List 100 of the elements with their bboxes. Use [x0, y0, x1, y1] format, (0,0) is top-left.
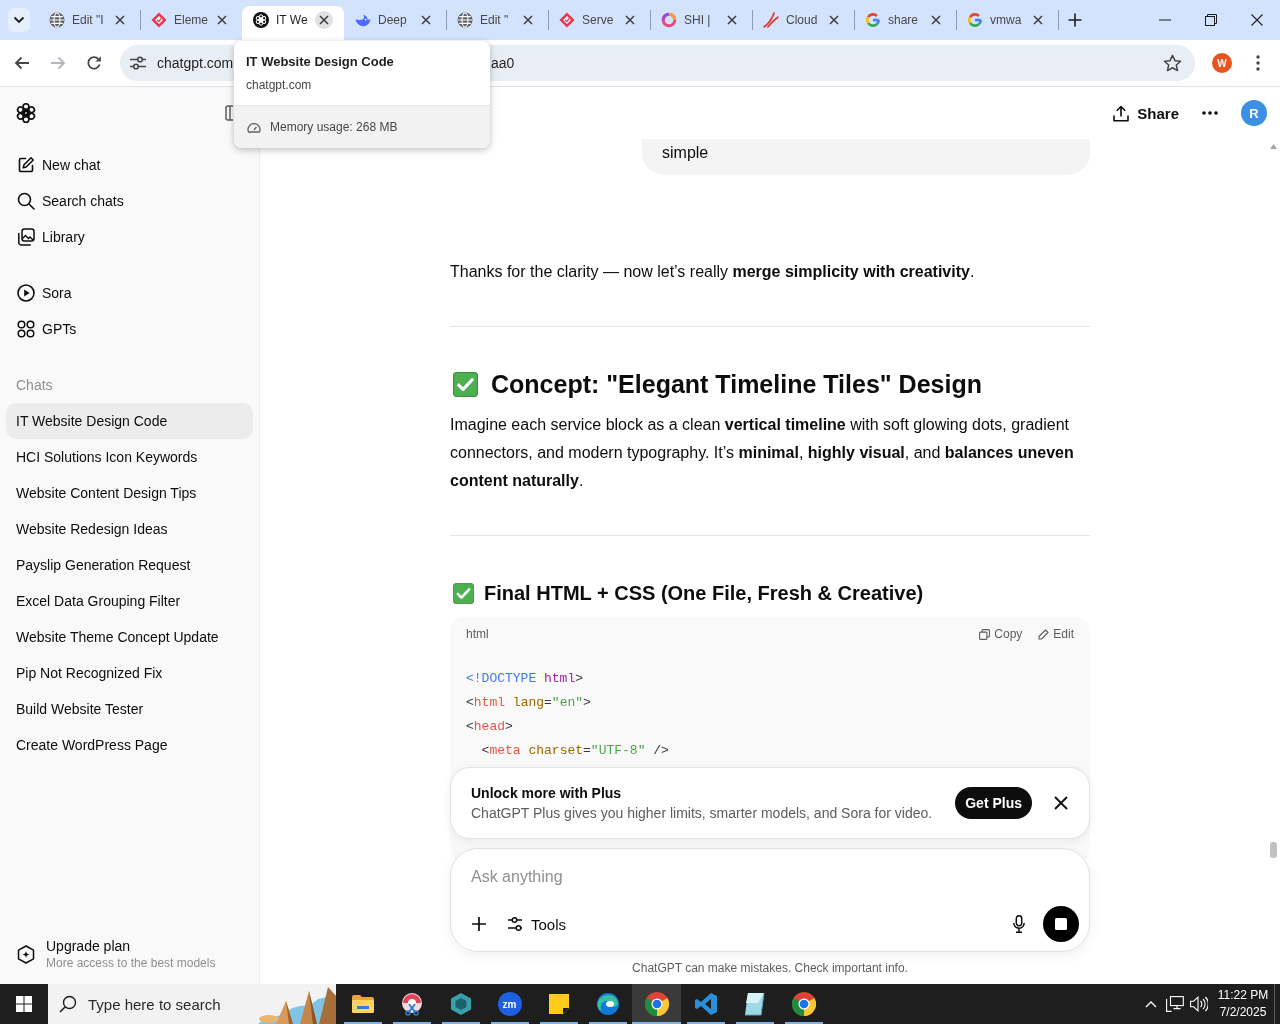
close-icon[interactable]	[1251, 14, 1263, 26]
dots-grid-icon	[17, 320, 35, 338]
browser-tab[interactable]: Eleme	[140, 6, 242, 40]
images-icon	[17, 228, 35, 246]
tab-close-button[interactable]	[315, 11, 333, 29]
reload-icon[interactable]	[86, 55, 102, 71]
browser-tab[interactable]: SHI |	[650, 6, 752, 40]
more-horizontal-icon	[1202, 111, 1218, 115]
ring-icon	[661, 12, 677, 28]
checkmark-icon	[453, 582, 474, 604]
chat-history-item[interactable]: Website Redesign Ideas	[6, 511, 253, 547]
tools-button[interactable]: Tools	[497, 906, 577, 942]
browser-tab[interactable]: Cloud	[752, 6, 854, 40]
url-text: chatgpt.com	[157, 55, 234, 71]
upgrade-plan-button[interactable]: Upgrade plan More access to the best models	[6, 928, 253, 980]
taskbar-app-button[interactable]	[632, 984, 681, 1024]
edit-button[interactable]: Edit	[1038, 627, 1074, 641]
compose-icon	[17, 156, 35, 174]
sidebar-item[interactable]: Library	[6, 219, 253, 255]
microphone-icon	[1013, 915, 1025, 933]
message-paragraph: Thanks for the clarity — now let’s really merge simplicity with creativity.	[450, 262, 976, 282]
whale-icon	[355, 13, 371, 27]
browser-tab[interactable]: vmwa	[956, 6, 1058, 40]
chat-history-item[interactable]: Build Website Tester	[6, 691, 253, 727]
message-input[interactable]: Ask anything	[461, 865, 1079, 889]
logo-icon[interactable]	[15, 102, 37, 124]
panel-toggle-icon[interactable]	[225, 105, 233, 121]
new-tab-plus-icon[interactable]	[1068, 13, 1082, 27]
code-editor-icon	[693, 992, 718, 1016]
clock-date: 7/2/2025	[1219, 1004, 1267, 1021]
upgrade-title: Upgrade plan	[46, 936, 132, 955]
chevron-down-icon	[13, 16, 25, 24]
close-icon	[829, 15, 839, 25]
sidebar-item[interactable]: GPTs	[6, 311, 253, 347]
scrollbar-thumb[interactable]	[1269, 842, 1277, 858]
code-language: html	[466, 627, 489, 641]
g-logo-icon	[865, 12, 881, 28]
code-line: <html lang="en">	[466, 694, 592, 712]
network-monitor-icon[interactable]	[1166, 996, 1184, 1012]
browser-icon	[791, 992, 816, 1016]
close-icon	[1054, 796, 1068, 810]
chat-history-item[interactable]: Pip Not Recognized Fix	[6, 655, 253, 691]
profile-avatar[interactable]: W	[1212, 53, 1232, 73]
code-line: <!DOCTYPE html>	[466, 670, 585, 688]
checkmark-icon	[453, 371, 478, 397]
restore-icon[interactable]	[1205, 14, 1217, 26]
get-plus-button[interactable]: Get Plus	[955, 787, 1032, 819]
chat-history-item[interactable]: Website Content Design Tips	[6, 475, 253, 511]
sidebar-item[interactable]: Search chats	[6, 183, 253, 219]
notepad-icon	[743, 992, 766, 1016]
card-title: IT Website Design Code	[246, 53, 395, 71]
chat-history-item[interactable]: Payslip Generation Request	[6, 547, 253, 583]
g-logo-icon	[967, 12, 983, 28]
sidebar-item[interactable]: New chat	[6, 147, 253, 183]
swoosh-icon	[763, 12, 779, 28]
browser-tab[interactable]: IT We	[242, 6, 344, 40]
knot-icon	[253, 12, 269, 28]
star-icon[interactable]	[1163, 54, 1182, 72]
chat-history-item[interactable]: Excel Data Grouping Filter	[6, 583, 253, 619]
sticky-note-icon	[547, 993, 570, 1015]
stop-button-icon[interactable]	[1043, 906, 1079, 942]
share-button[interactable]: Share	[1103, 95, 1189, 131]
clock-time: 11:22 PM	[1217, 987, 1269, 1004]
copy-button[interactable]: Copy	[979, 627, 1023, 641]
chat-history-item[interactable]: IT Website Design Code	[6, 403, 253, 439]
chat-history-item[interactable]: Website Theme Concept Update	[6, 619, 253, 655]
browser-tab[interactable]: Edit "	[446, 6, 548, 40]
chat-history-item[interactable]: HCI Solutions Icon Keywords	[6, 439, 253, 475]
taskbar-search-box[interactable]: Type here to search	[48, 984, 336, 1024]
windows-logo-icon[interactable]	[16, 996, 32, 1012]
browser-tab[interactable]: Edit "I	[38, 6, 140, 40]
hexagon-icon	[448, 992, 473, 1016]
close-icon	[931, 15, 941, 25]
more-vertical-icon[interactable]	[1256, 55, 1260, 71]
back-arrow-icon[interactable]	[14, 56, 30, 70]
folder-icon	[350, 994, 375, 1014]
app-logo: zm	[497, 992, 522, 1016]
chevron-up-icon[interactable]	[1145, 1000, 1157, 1008]
sparkle-hexagon-icon	[17, 944, 35, 964]
browser-tab[interactable]: Deep	[344, 6, 446, 40]
chat-history-item[interactable]: Create WordPress Page	[6, 727, 253, 763]
close-icon	[625, 15, 635, 25]
search-input[interactable]: Type here to search	[88, 995, 258, 1013]
sliders-icon	[507, 916, 523, 932]
diamond-icon	[559, 12, 575, 28]
globe-icon	[457, 12, 473, 28]
code-line: <head>	[466, 718, 514, 736]
url-text: aa0	[491, 55, 515, 71]
speaker-icon[interactable]	[1190, 996, 1208, 1012]
tab-search-button[interactable]	[8, 8, 30, 32]
tune-icon[interactable]	[129, 56, 147, 70]
browser-tab[interactable]: Serve	[548, 6, 650, 40]
close-icon	[727, 15, 737, 25]
code-line: <meta charset="UTF-8" />	[480, 742, 670, 760]
copy-icon	[979, 628, 991, 640]
pencil-icon	[1038, 628, 1050, 640]
browser-tab[interactable]: share	[854, 6, 956, 40]
sidebar-item[interactable]: Sora	[6, 275, 253, 311]
wave-browser-icon	[595, 992, 620, 1016]
upload-icon	[1113, 104, 1130, 122]
